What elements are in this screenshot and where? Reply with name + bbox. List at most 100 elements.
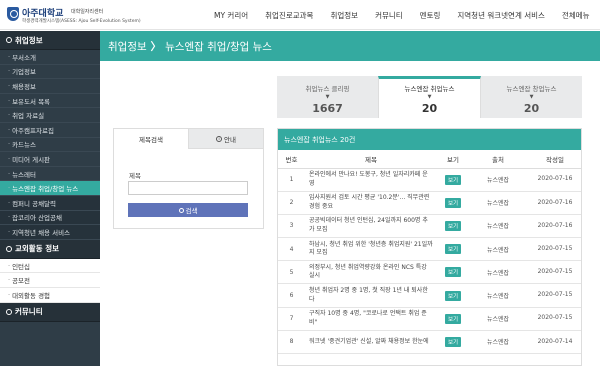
row-number: 2 [278, 191, 305, 215]
table-row: 6 청년 취업자 2명 중 1명, 첫 직장 1년 내 퇴사한다 보기 뉴스엔잡 202… [278, 283, 581, 308]
view-button[interactable]: 보기 [444, 197, 462, 208]
row-title-link[interactable]: 구직자 10명 중 4명, "코로나로 언택트 취업 준비" [305, 307, 437, 331]
row-date: 2020-07-16 [527, 191, 581, 215]
section-gear-icon [6, 245, 12, 252]
row-number: 7 [278, 307, 305, 331]
row-view-cell: 보기 [437, 307, 469, 331]
sidebar-item[interactable]: 뉴스엔잡 취업/창업 뉴스 [0, 181, 100, 196]
news-category-tab[interactable]: 뉴스엔잡 취업뉴스 ▼ 20 [378, 76, 481, 118]
breadcrumb-separator-icon: 〉 [150, 40, 162, 53]
sidebar-item[interactable]: 부서소개 [0, 50, 100, 65]
sidebar-item[interactable]: 잡코리아 산업공채 [0, 210, 100, 226]
row-title-link[interactable]: 워크넷 '중견기업관' 신설, 알짜 채용정보 한눈에 [305, 330, 437, 355]
row-number: 3 [278, 214, 305, 239]
news-list-heading: 뉴스엔잡 취업뉴스 20건 [278, 129, 581, 150]
shield-logo-icon [7, 7, 19, 21]
site-header: 아주대학교 대학일자리센터 학생경력개발시스템(ASESS: Ajou Self… [0, 0, 600, 30]
table-row: 3 공공빅데이터 청년 인턴십, 24일까지 600명 추가 모집 보기 뉴스엔잡 20… [278, 214, 581, 239]
info-icon: i [216, 135, 223, 142]
sidebar-item[interactable]: 뉴스레터 [0, 167, 100, 182]
row-source: 뉴스엔잡 [469, 214, 527, 239]
row-source: 뉴스엔잡 [469, 237, 527, 262]
row-view-cell: 보기 [437, 214, 469, 239]
nav-item[interactable]: 멘토링 [420, 10, 441, 21]
sidebar-item[interactable]: 아주캠프자료집 [0, 123, 100, 138]
title-search-input[interactable] [128, 181, 248, 195]
logo-system-name: 학생경력개발시스템(ASESS: Ajou Self-Evolution Sys… [22, 19, 141, 24]
news-category-tab-count: 20 [421, 102, 438, 115]
view-button[interactable]: 보기 [444, 220, 462, 231]
row-view-cell: 보기 [437, 237, 469, 262]
sidebar-item[interactable]: 대외활동 경험 [0, 287, 100, 303]
news-list-panel: 뉴스엔잡 취업뉴스 20건 번호 제목 보기 출처 작성일 1 온라인에서 만나요… [277, 128, 582, 366]
breadcrumb-section[interactable]: 취업정보 [108, 39, 147, 54]
sidebar-item[interactable]: 기업정보 [0, 65, 100, 80]
page-title: 뉴스엔잡 취업/창업 뉴스 [165, 40, 272, 53]
row-date: 2020-07-14 [527, 330, 581, 355]
tab-guide[interactable]: i 안내 [188, 129, 263, 149]
sidebar-section-header[interactable]: 교외활동 정보 [0, 239, 100, 259]
row-title-link[interactable]: 의정부시, 청년 취업역량강화 온라인 NCS 특강 실시 [305, 260, 437, 285]
column-header-date: 작성일 [527, 150, 581, 169]
tab-guide-label: 안내 [224, 135, 236, 144]
table-row: 1 온라인에서 만나요! 도봉구, 청년 일자리카페 운영 보기 뉴스엔잡 2020-0… [278, 168, 581, 192]
row-view-cell: 보기 [437, 168, 469, 192]
nav-item[interactable]: 커뮤니티 [375, 10, 403, 21]
sidebar-section-header[interactable]: 취업정보 [0, 31, 100, 50]
triangle-down-icon: ▼ [427, 94, 432, 100]
view-button[interactable]: 보기 [444, 267, 462, 278]
nav-item[interactable]: 전체메뉴 [562, 10, 590, 21]
search-panel-tabs: 제목검색 i 안내 [114, 129, 263, 149]
row-title-link[interactable]: 온라인에서 만나요! 도봉구, 청년 일자리카페 운영 [305, 168, 437, 192]
search-button[interactable]: 검색 [128, 203, 248, 217]
row-source: 뉴스엔잡 [469, 330, 527, 355]
row-view-cell: 보기 [437, 260, 469, 285]
news-table: 번호 제목 보기 출처 작성일 1 온라인에서 만나요! 도봉구, 청년 일자리카… [278, 150, 581, 355]
sidebar-item[interactable]: 인턴십 [0, 258, 100, 274]
sidebar-item[interactable]: 카드뉴스 [0, 138, 100, 153]
row-number: 4 [278, 237, 305, 262]
row-title-link[interactable]: 공공빅데이터 청년 인턴십, 24일까지 600명 추가 모집 [305, 214, 437, 239]
sidebar-item[interactable]: 컴퍼니 공채달력 [0, 195, 100, 211]
search-icon [178, 207, 184, 213]
news-table-header: 번호 제목 보기 출처 작성일 [278, 150, 581, 169]
row-source: 뉴스엔잡 [469, 191, 527, 215]
news-category-tab[interactable]: 뉴스엔잡 창업뉴스 ▼ 20 [481, 76, 582, 118]
view-button[interactable]: 보기 [444, 336, 462, 347]
news-category-tab[interactable]: 취업뉴스 클리핑 ▼ 1667 [277, 76, 378, 118]
triangle-down-icon: ▼ [325, 94, 330, 100]
row-source: 뉴스엔잡 [469, 283, 527, 308]
title-field-label: 제목 [129, 172, 141, 180]
row-title-link[interactable]: 입사지원서 검토 시간 평균 '10.2분'... 직무관련 경험 중요 [305, 191, 437, 215]
row-source: 뉴스엔잡 [469, 260, 527, 285]
search-button-label: 검색 [185, 208, 198, 215]
sidebar-item[interactable]: 지역청년 채용 서비스 [0, 225, 100, 240]
university-logo[interactable]: 아주대학교 대학일자리센터 학생경력개발시스템(ASESS: Ajou Self… [7, 6, 157, 26]
sidebar-item[interactable]: 취업 자료실 [0, 108, 100, 123]
view-button[interactable]: 보기 [444, 244, 462, 255]
nav-item[interactable]: 지역청년 워크넷연계 서비스 [457, 10, 545, 21]
sidebar-item[interactable]: 공모전 [0, 273, 100, 288]
news-category-tab-count: 20 [523, 102, 540, 115]
sidebar-section-header[interactable]: 커뮤니티 [0, 302, 100, 322]
sidebar: 취업정보부서소개기업정보채용정보보유도서 목록취업 자료실아주캠프자료집카드뉴스… [0, 31, 100, 366]
nav-item[interactable]: MY 커리어 [214, 10, 248, 21]
nav-item[interactable]: 취업정보 [330, 10, 358, 21]
news-category-tab-label: 취업뉴스 클리핑 [305, 85, 350, 93]
column-header-title: 제목 [305, 150, 437, 169]
view-button[interactable]: 보기 [444, 313, 462, 324]
view-button[interactable]: 보기 [444, 174, 462, 185]
view-button[interactable]: 보기 [444, 290, 462, 301]
row-date: 2020-07-16 [527, 168, 581, 192]
row-title-link[interactable]: 하남시, 청년 취업 위한 '청년층 취업지원' 21일까지 모집 [305, 237, 437, 262]
row-title-link[interactable]: 청년 취업자 2명 중 1명, 첫 직장 1년 내 퇴사한다 [305, 283, 437, 308]
sidebar-item[interactable]: 채용정보 [0, 79, 100, 94]
column-header-number: 번호 [278, 150, 305, 169]
triangle-down-icon: ▼ [529, 94, 534, 100]
sidebar-item[interactable]: 보유도서 목록 [0, 94, 100, 109]
sidebar-item[interactable]: 미디어 게시판 [0, 152, 100, 167]
tab-title-search[interactable]: 제목검색 [114, 129, 188, 149]
logo-subtitle: 대학일자리센터 [71, 9, 104, 15]
row-date: 2020-07-16 [527, 214, 581, 239]
nav-item[interactable]: 취업진로교과목 [265, 10, 313, 21]
